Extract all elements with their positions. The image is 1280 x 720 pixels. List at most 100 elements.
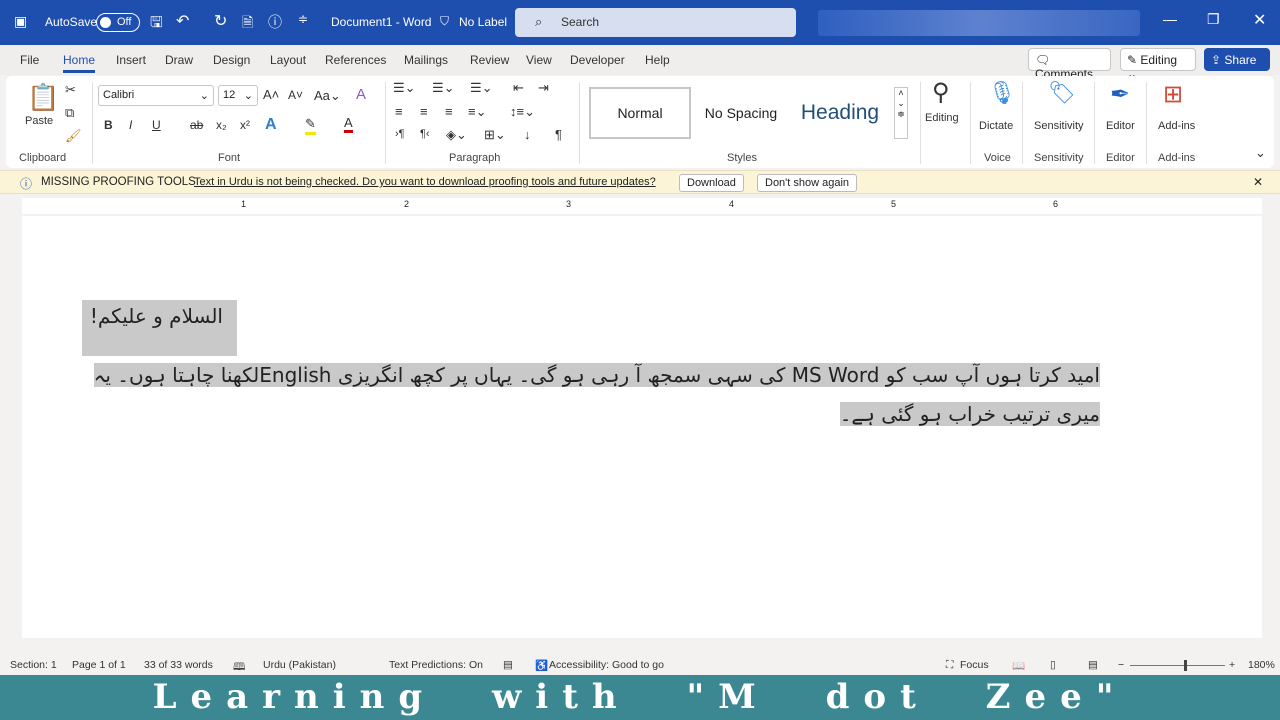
editor-button[interactable]: Editor	[1106, 120, 1135, 132]
redo-icon[interactable]: ↻	[214, 11, 227, 31]
addins-icon[interactable]: ⊞	[1163, 80, 1183, 109]
zoom-slider[interactable]	[1130, 660, 1225, 671]
search-box[interactable]: ⌕ Search	[515, 8, 796, 37]
undo-icon[interactable]: ↶	[176, 11, 189, 31]
format-painter-icon[interactable]: 🖌	[65, 128, 82, 144]
sensitivity-button[interactable]: Sensitivity	[1034, 120, 1084, 132]
style-no-spacing[interactable]: No Spacing	[693, 87, 789, 139]
restore-button[interactable]: ❐	[1207, 11, 1220, 28]
editing-button[interactable]: Editing	[925, 112, 959, 124]
decrease-indent-icon[interactable]: ⇤	[513, 80, 524, 96]
increase-indent-icon[interactable]: ⇥	[538, 80, 549, 96]
text-predictions[interactable]: Text Predictions: On	[389, 659, 483, 671]
styles-gallery-scroll[interactable]: ˄ ⌄ ≑	[894, 87, 908, 139]
close-icon[interactable]: ✕	[1253, 175, 1263, 189]
shading-icon[interactable]: ◈⌄	[446, 127, 467, 143]
subscript-button[interactable]: x₂	[216, 118, 227, 132]
macro-icon[interactable]: ▤	[503, 659, 513, 671]
ltr-icon[interactable]: ›¶	[395, 128, 405, 140]
align-right-icon[interactable]: ≡	[445, 104, 453, 119]
zoom-in-button[interactable]: +	[1229, 659, 1235, 671]
tab-view[interactable]: View	[526, 53, 552, 67]
account-area[interactable]	[818, 10, 1140, 36]
sensitivity-icon[interactable]: 🏷	[1048, 80, 1076, 106]
share-button[interactable]: ⇪ Share ⌄	[1204, 48, 1270, 81]
style-heading[interactable]: Heading	[792, 87, 888, 139]
focus-button[interactable]: Focus	[960, 659, 989, 671]
print-layout-icon[interactable]: ▯	[1050, 659, 1056, 671]
autosave-toggle[interactable]: Off	[96, 13, 140, 32]
borders-icon[interactable]: ⊞⌄	[484, 127, 506, 143]
close-button[interactable]: ✕	[1253, 10, 1266, 30]
section-indicator[interactable]: Section: 1	[10, 659, 57, 671]
tab-mailings[interactable]: Mailings	[404, 53, 448, 67]
find-icon[interactable]: ⚲	[932, 78, 950, 107]
language-indicator[interactable]: Urdu (Pakistan)	[263, 659, 336, 671]
tab-design[interactable]: Design	[213, 53, 250, 67]
font-color-icon[interactable]: A	[344, 115, 353, 133]
italic-button[interactable]: I	[129, 118, 132, 132]
align-left-icon[interactable]: ≡	[395, 104, 403, 119]
font-size-input[interactable]: 12 ⌄	[218, 85, 258, 106]
web-layout-icon[interactable]: ▤	[1088, 659, 1098, 671]
word-count[interactable]: 33 of 33 words	[144, 659, 213, 671]
dont-show-again-button[interactable]: Don't show again	[757, 174, 858, 192]
addins-button[interactable]: Add-ins	[1158, 120, 1195, 132]
text-effects-icon[interactable]: A	[265, 116, 277, 134]
strikethrough-button[interactable]: ab	[190, 118, 203, 132]
microphone-icon[interactable]: 🎙	[988, 80, 1016, 106]
save-icon[interactable]: 🖫	[150, 12, 163, 37]
highlight-icon[interactable]: ✎	[305, 116, 316, 135]
zoom-slider-thumb[interactable]	[1184, 660, 1187, 671]
copy-icon[interactable]: ⧉	[65, 105, 74, 121]
tab-file[interactable]: File	[20, 53, 39, 67]
paste-icon[interactable]: 📋	[27, 82, 59, 113]
tab-home[interactable]: Home	[63, 53, 96, 73]
paste-button[interactable]: Paste	[25, 115, 53, 127]
horizontal-ruler[interactable]: 1 2 3 4 5 6	[22, 198, 1262, 214]
show-marks-icon[interactable]: ¶	[555, 127, 562, 142]
zoom-level[interactable]: 180%	[1248, 659, 1275, 671]
editing-mode-button[interactable]: ✎ Editing ⌄	[1120, 48, 1196, 81]
font-name-input[interactable]: Calibri ⌄	[98, 85, 214, 106]
multilevel-list-icon[interactable]: ☰⌄	[470, 80, 493, 96]
document-page[interactable]: السلام و علیکم! امید کرتا ہوں آپ سب کو M…	[22, 216, 1262, 638]
customize-qat-icon[interactable]: ≑	[298, 12, 308, 26]
dictate-button[interactable]: Dictate	[979, 120, 1013, 132]
comments-button[interactable]: 🗨 Comments	[1028, 48, 1111, 81]
rtl-icon[interactable]: ¶‹	[420, 128, 430, 140]
style-normal[interactable]: Normal	[589, 87, 691, 139]
greeting-line[interactable]: السلام و علیکم!	[82, 300, 237, 356]
align-center-icon[interactable]: ≡	[420, 104, 428, 119]
editor-icon[interactable]: ✒	[1110, 80, 1130, 109]
tab-layout[interactable]: Layout	[270, 53, 306, 67]
bullets-icon[interactable]: ☰⌄	[393, 80, 416, 96]
info-icon[interactable]: ⓘ	[268, 12, 282, 32]
underline-button[interactable]: U	[152, 118, 161, 132]
line-spacing-icon[interactable]: ↕≡⌄	[510, 104, 535, 120]
accessibility-status[interactable]: Accessibility: Good to go	[549, 659, 664, 671]
page-indicator[interactable]: Page 1 of 1	[72, 659, 126, 671]
bold-button[interactable]: B	[104, 118, 113, 132]
tab-draw[interactable]: Draw	[165, 53, 193, 67]
justify-icon[interactable]: ≡⌄	[468, 104, 486, 120]
sort-icon[interactable]: ↓	[524, 127, 531, 142]
sensitivity-label[interactable]: No Label	[459, 15, 507, 29]
tab-references[interactable]: References	[325, 53, 386, 67]
change-case-icon[interactable]: Aa⌄	[314, 88, 341, 104]
superscript-button[interactable]: x²	[240, 118, 250, 132]
clear-formatting-icon[interactable]: A	[356, 86, 366, 103]
grow-font-icon[interactable]: A˄	[263, 87, 279, 102]
cut-icon[interactable]: ✂	[65, 82, 76, 98]
numbering-icon[interactable]: ☰⌄	[432, 80, 455, 96]
tab-insert[interactable]: Insert	[116, 53, 146, 67]
minimize-button[interactable]: —	[1163, 11, 1177, 27]
read-mode-icon[interactable]: 📖	[1012, 659, 1025, 672]
word-icon[interactable]: ▣	[14, 13, 27, 30]
download-button[interactable]: Download	[679, 174, 744, 192]
tab-help[interactable]: Help	[645, 53, 670, 67]
message-link[interactable]: Text in Urdu is not being checked. Do yo…	[194, 176, 656, 188]
zoom-out-button[interactable]: −	[1118, 659, 1124, 671]
collapse-ribbon-icon[interactable]: ⌄	[1255, 145, 1266, 161]
body-paragraph[interactable]: امید کرتا ہوں آپ سب کو MS Word کی سہی سم…	[76, 356, 1100, 434]
